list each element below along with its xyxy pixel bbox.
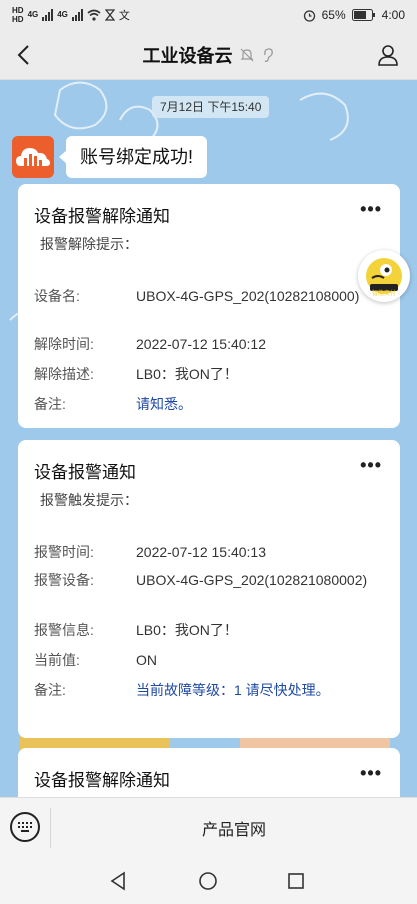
avatar[interactable]	[12, 136, 54, 178]
row-value: LB0：我ON了！	[136, 622, 238, 638]
more-button[interactable]: •••	[360, 200, 382, 218]
row-value: 2022-07-12 15:40:13	[136, 544, 266, 560]
alarm-icon	[303, 9, 315, 22]
system-recents-button[interactable]	[284, 869, 308, 893]
bottom-menu-bar: 产品官网	[0, 797, 417, 857]
signal-icon-2	[71, 9, 83, 21]
more-button[interactable]: •••	[360, 764, 382, 782]
back-icon	[17, 45, 29, 65]
hd-label-2: HD	[12, 14, 24, 24]
message-bubble[interactable]: 账号绑定成功!	[58, 136, 208, 178]
app-notify-icon: 文	[118, 10, 130, 22]
info-row: 报警时间: 2022-07-12 15:40:13	[34, 542, 384, 562]
system-home-button[interactable]	[196, 869, 220, 893]
keyboard-icon	[18, 822, 32, 832]
row-value: 当前故障等级：1 请尽快处理。	[136, 682, 330, 698]
user-icon	[378, 45, 398, 66]
more-icon: •••	[360, 455, 382, 475]
row-label: 备注:	[34, 682, 66, 698]
more-icon: •••	[360, 199, 382, 219]
more-button[interactable]: •••	[360, 456, 382, 474]
battery-icon	[351, 9, 375, 21]
row-label: 解除描述:	[34, 366, 94, 382]
signal-icon-1	[42, 9, 54, 21]
card-title: 设备报警解除通知	[34, 207, 170, 226]
info-row: 报警设备: UBOX-4G-GPS_202(102821080002)	[34, 570, 384, 610]
more-icon: •••	[360, 763, 382, 783]
earpiece-icon	[263, 47, 273, 62]
chat-area[interactable]: 7月12日 下午15:40 账号绑定成功! 设备报警解除通知 ••• 报警解除提…	[0, 80, 417, 797]
clock-time: 4:00	[381, 8, 405, 22]
info-row: 解除时间: 2022-07-12 15:40:12	[34, 334, 384, 354]
row-value: 2022-07-12 15:40:12	[136, 336, 266, 352]
menu-product-site[interactable]: 产品官网	[51, 798, 417, 858]
info-row: 解除描述: LB0：我ON了！	[34, 364, 384, 384]
float-badge-text: 智能交付	[371, 291, 396, 297]
system-nav-bar	[0, 857, 417, 904]
profile-button[interactable]	[373, 40, 403, 70]
card-title: 设备报警解除通知	[34, 771, 170, 790]
row-label: 报警设备:	[34, 572, 94, 588]
info-row: 设备名: UBOX-4G-GPS_202(10282108000)	[34, 286, 384, 326]
hd-label-1: HD	[12, 5, 24, 15]
row-label: 报警信息:	[34, 622, 94, 638]
info-row: 报警信息: LB0：我ON了！	[34, 620, 384, 640]
network-4g-2: 4G	[57, 10, 68, 19]
alarm-trigger-card[interactable]: 设备报警通知 ••• 报警触发提示： 报警时间: 2022-07-12 15:4…	[18, 440, 400, 738]
row-label: 设备名:	[34, 288, 80, 304]
keyboard-toggle-button[interactable]	[10, 812, 40, 842]
row-value: UBOX-4G-GPS_202(10282108000)	[136, 288, 360, 304]
wifi-icon	[87, 9, 101, 21]
battery-percent: 65%	[321, 8, 346, 22]
back-triangle-icon	[110, 871, 125, 891]
mute-bell-icon	[240, 48, 253, 61]
hourglass-icon	[104, 9, 115, 21]
row-value: 请知悉。	[136, 396, 192, 412]
row-label: 报警时间:	[34, 544, 94, 560]
cloud-logo-icon	[16, 148, 50, 166]
row-label: 当前值:	[34, 652, 80, 668]
top-nav: 工业设备云	[0, 30, 417, 80]
message-timestamp: 7月12日 下午15:40	[152, 96, 270, 118]
card-subtitle: 报警触发提示：	[40, 492, 138, 508]
row-label: 解除时间:	[34, 336, 94, 352]
card-title: 设备报警通知	[34, 463, 136, 482]
info-row: 当前值: ON	[34, 650, 384, 670]
float-assistant-button[interactable]: 智能交付	[358, 250, 410, 302]
info-row: 备注: 请知悉。	[34, 394, 384, 414]
alarm-clear-card[interactable]: 设备报警解除通知 ••• 报警解除提示： 设备名: UBOX-4G-GPS_20…	[18, 184, 400, 428]
row-value: LB0：我ON了！	[136, 366, 238, 382]
card-subtitle: 报警解除提示：	[40, 236, 138, 252]
status-bar: HD HD 4G 4G 文 65% 4:00	[0, 0, 417, 30]
row-value: ON	[136, 652, 157, 668]
page-title: 工业设备云	[142, 45, 233, 66]
network-4g-1: 4G	[27, 10, 39, 19]
alarm-clear-card[interactable]: 设备报警解除通知 •••	[18, 748, 400, 797]
back-button[interactable]	[8, 40, 38, 70]
info-row: 备注: 当前故障等级：1 请尽快处理。	[34, 680, 384, 724]
row-label: 备注:	[34, 396, 66, 412]
row-value: UBOX-4G-GPS_202(102821080002)	[136, 572, 368, 588]
recents-square-icon	[288, 873, 304, 889]
system-back-button[interactable]	[106, 869, 130, 893]
home-circle-icon	[199, 872, 217, 890]
